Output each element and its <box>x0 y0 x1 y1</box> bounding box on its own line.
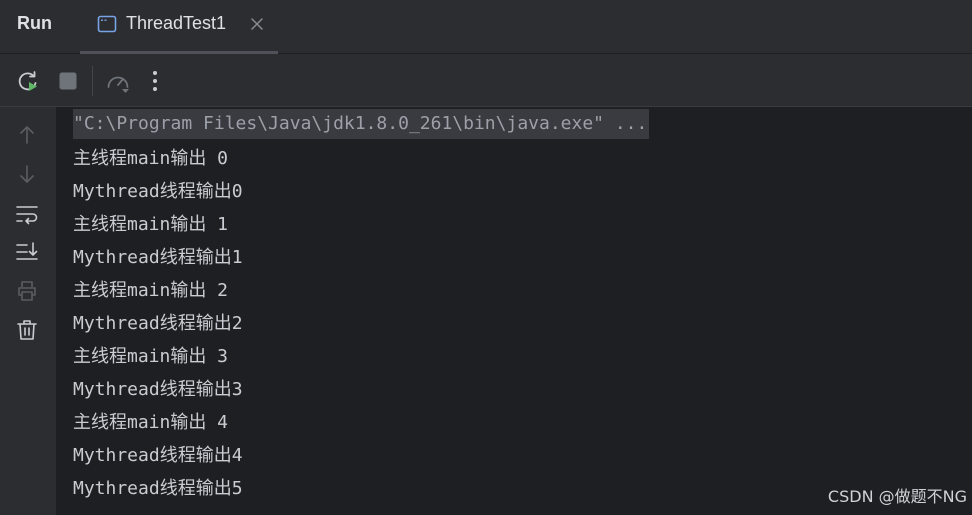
console-line: 主线程main输出 3 <box>73 346 229 367</box>
console-line: Mythread线程输出0 <box>73 181 243 202</box>
console-line: Mythread线程输出2 <box>73 313 243 334</box>
console-window-icon <box>97 15 117 33</box>
console-line: Mythread线程输出1 <box>73 247 243 268</box>
console-line: Mythread线程输出3 <box>73 379 243 400</box>
console-line: 主线程main输出 2 <box>73 280 229 301</box>
toolbar-separator <box>92 66 93 96</box>
console-command-line: "C:\Program Files\Java\jdk1.8.0_261\bin\… <box>73 109 650 139</box>
scroll-down-icon[interactable] <box>15 162 39 186</box>
console-line: 主线程main输出 0 <box>73 148 229 169</box>
rerun-icon[interactable] <box>15 68 41 94</box>
console-line: Mythread线程输出5 <box>73 478 243 499</box>
console-line: 主线程main输出 4 <box>73 412 229 433</box>
run-toolbar <box>0 54 972 107</box>
csdn-watermark: CSDN @做题不NG <box>827 487 967 506</box>
print-icon[interactable] <box>15 279 39 303</box>
clear-all-icon[interactable] <box>15 318 39 342</box>
more-options-icon[interactable] <box>142 68 168 94</box>
scroll-to-end-icon[interactable] <box>15 240 39 264</box>
close-icon[interactable] <box>248 15 266 33</box>
console-side-toolbar <box>0 107 56 515</box>
console-output[interactable]: "C:\Program Files\Java\jdk1.8.0_261\bin\… <box>56 107 972 515</box>
soft-wrap-icon[interactable] <box>15 202 39 226</box>
stop-icon[interactable] <box>55 68 81 94</box>
run-tool-window-header: Run ThreadTest1 <box>0 0 972 54</box>
console-line: 主线程main输出 1 <box>73 214 229 235</box>
console-line: Mythread线程输出4 <box>73 445 243 466</box>
profiler-gauge-icon[interactable] <box>105 68 131 94</box>
tab-threadtest1[interactable]: ThreadTest1 <box>80 0 278 54</box>
scroll-up-icon[interactable] <box>15 123 39 147</box>
run-window-title: Run <box>17 13 52 33</box>
tab-label: ThreadTest1 <box>126 13 227 33</box>
